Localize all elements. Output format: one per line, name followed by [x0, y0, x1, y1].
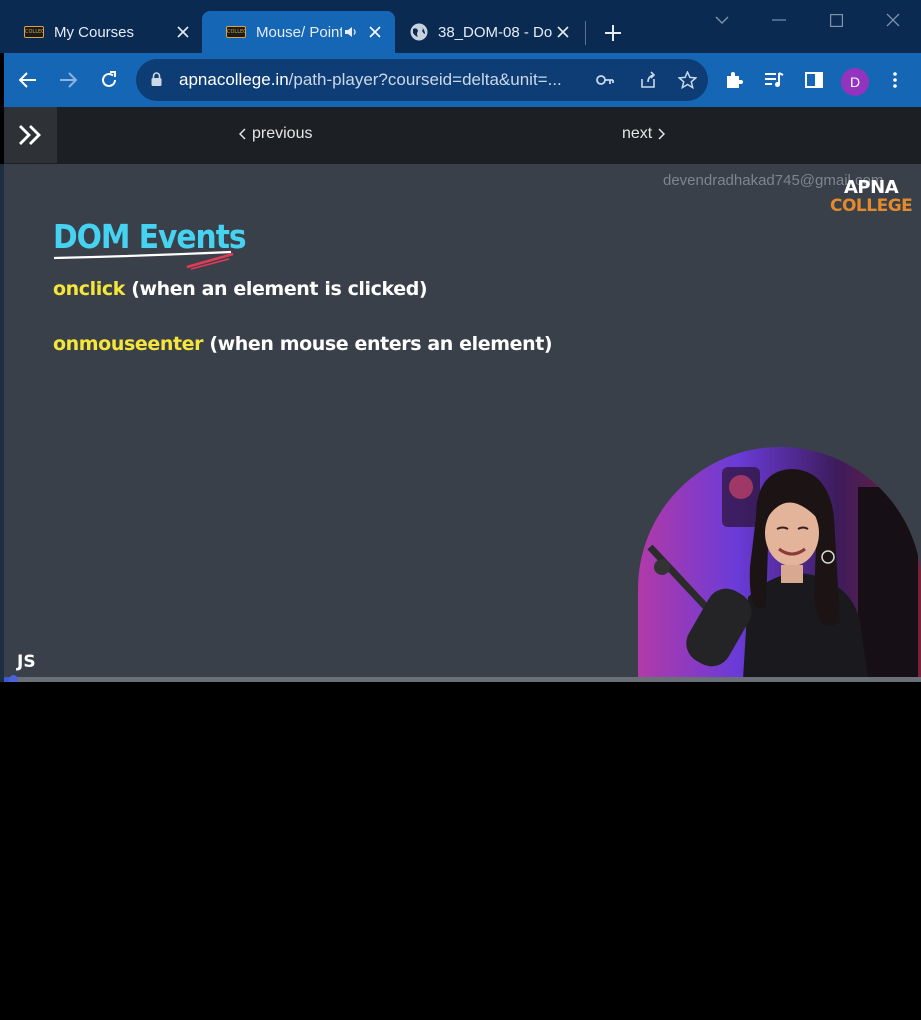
- close-tab-icon[interactable]: [552, 21, 574, 43]
- video-player[interactable]: devendradhakad745@gmail.com APNA COLLEGE…: [4, 164, 921, 682]
- url-text[interactable]: apnacollege.in/path-player?courseid=delt…: [179, 70, 579, 90]
- back-arrow-icon[interactable]: [14, 66, 42, 94]
- presenter-webcam: [638, 447, 921, 679]
- event-item-onmouseenter: onmouseenter (when mouse enters an eleme…: [53, 333, 553, 355]
- tab-search-chevron-icon[interactable]: [707, 8, 737, 32]
- progress-scrubber-handle[interactable]: [9, 675, 19, 682]
- browser-window: COLLEGE My Courses COLLEGE Mouse/ Pointe…: [0, 0, 921, 1020]
- js-corner-label: JS: [17, 652, 36, 672]
- maximize-icon[interactable]: [821, 8, 851, 32]
- key-icon[interactable]: [593, 68, 617, 92]
- tab-separator: [585, 21, 586, 45]
- close-window-icon[interactable]: [878, 8, 908, 32]
- chevron-right-icon: [658, 128, 666, 140]
- event-keyword: onclick: [53, 278, 125, 300]
- previous-label: previous: [252, 125, 313, 142]
- event-description: (when mouse enters an element): [209, 333, 553, 355]
- lock-icon[interactable]: [151, 72, 162, 91]
- apna-college-logo: APNA COLLEGE: [830, 177, 913, 216]
- chevron-left-icon: [239, 128, 246, 140]
- tab-title: Mouse/ Pointer Events: [256, 23, 342, 41]
- address-bar[interactable]: apnacollege.in/path-player?courseid=delt…: [136, 59, 708, 101]
- next-button[interactable]: next: [622, 125, 666, 143]
- side-panel-icon[interactable]: [800, 66, 828, 94]
- video-progress-bar[interactable]: [4, 675, 921, 682]
- title-underline: [53, 250, 234, 270]
- extensions-puzzle-icon[interactable]: [720, 66, 748, 94]
- tab-title: 38_DOM-08 - Document: [438, 23, 552, 41]
- tab-title: My Courses: [54, 23, 135, 41]
- event-item-onclick: onclick (when an element is clicked): [53, 278, 428, 300]
- logo-line-2: COLLEGE: [830, 196, 913, 216]
- more-menu-icon[interactable]: [881, 66, 909, 94]
- previous-button[interactable]: previous: [239, 125, 312, 143]
- close-tab-icon[interactable]: [364, 21, 386, 43]
- media-playlist-icon[interactable]: [760, 66, 788, 94]
- speaker-icon[interactable]: [342, 23, 360, 41]
- tab-dom-document[interactable]: 38_DOM-08 - Document: [397, 11, 583, 53]
- browser-toolbar: apnacollege.in/path-player?courseid=delt…: [4, 53, 921, 107]
- college-favicon-icon: COLLEGE: [24, 26, 44, 38]
- tab-mouse-pointer-events[interactable]: COLLEGE Mouse/ Pointer Events: [202, 11, 395, 53]
- tab-strip: COLLEGE My Courses COLLEGE Mouse/ Pointe…: [0, 0, 921, 53]
- tab-my-courses[interactable]: COLLEGE My Courses: [0, 11, 200, 53]
- event-keyword: onmouseenter: [53, 333, 204, 355]
- double-chevron-right-icon: [18, 125, 41, 145]
- next-label: next: [622, 125, 653, 142]
- college-favicon-icon: COLLEGE: [226, 26, 246, 38]
- url-path: /path-player?courseid=delta&unit=...: [288, 70, 562, 89]
- url-host: apnacollege.in: [179, 70, 289, 89]
- bookmark-star-icon[interactable]: [675, 68, 699, 92]
- event-description: (when an element is clicked): [131, 278, 428, 300]
- expand-sidebar-button[interactable]: [4, 107, 57, 163]
- minimize-icon[interactable]: [764, 8, 794, 32]
- reload-icon[interactable]: [95, 66, 123, 94]
- course-navigation-bar: previous next: [4, 107, 921, 164]
- new-tab-icon[interactable]: [600, 20, 626, 46]
- close-tab-icon[interactable]: [172, 21, 194, 43]
- share-icon[interactable]: [636, 68, 660, 92]
- globe-icon: [409, 22, 429, 42]
- forward-arrow-icon[interactable]: [54, 66, 82, 94]
- presenter-image: [638, 447, 921, 679]
- profile-avatar[interactable]: D: [841, 68, 869, 96]
- logo-line-1: APNA: [844, 177, 899, 198]
